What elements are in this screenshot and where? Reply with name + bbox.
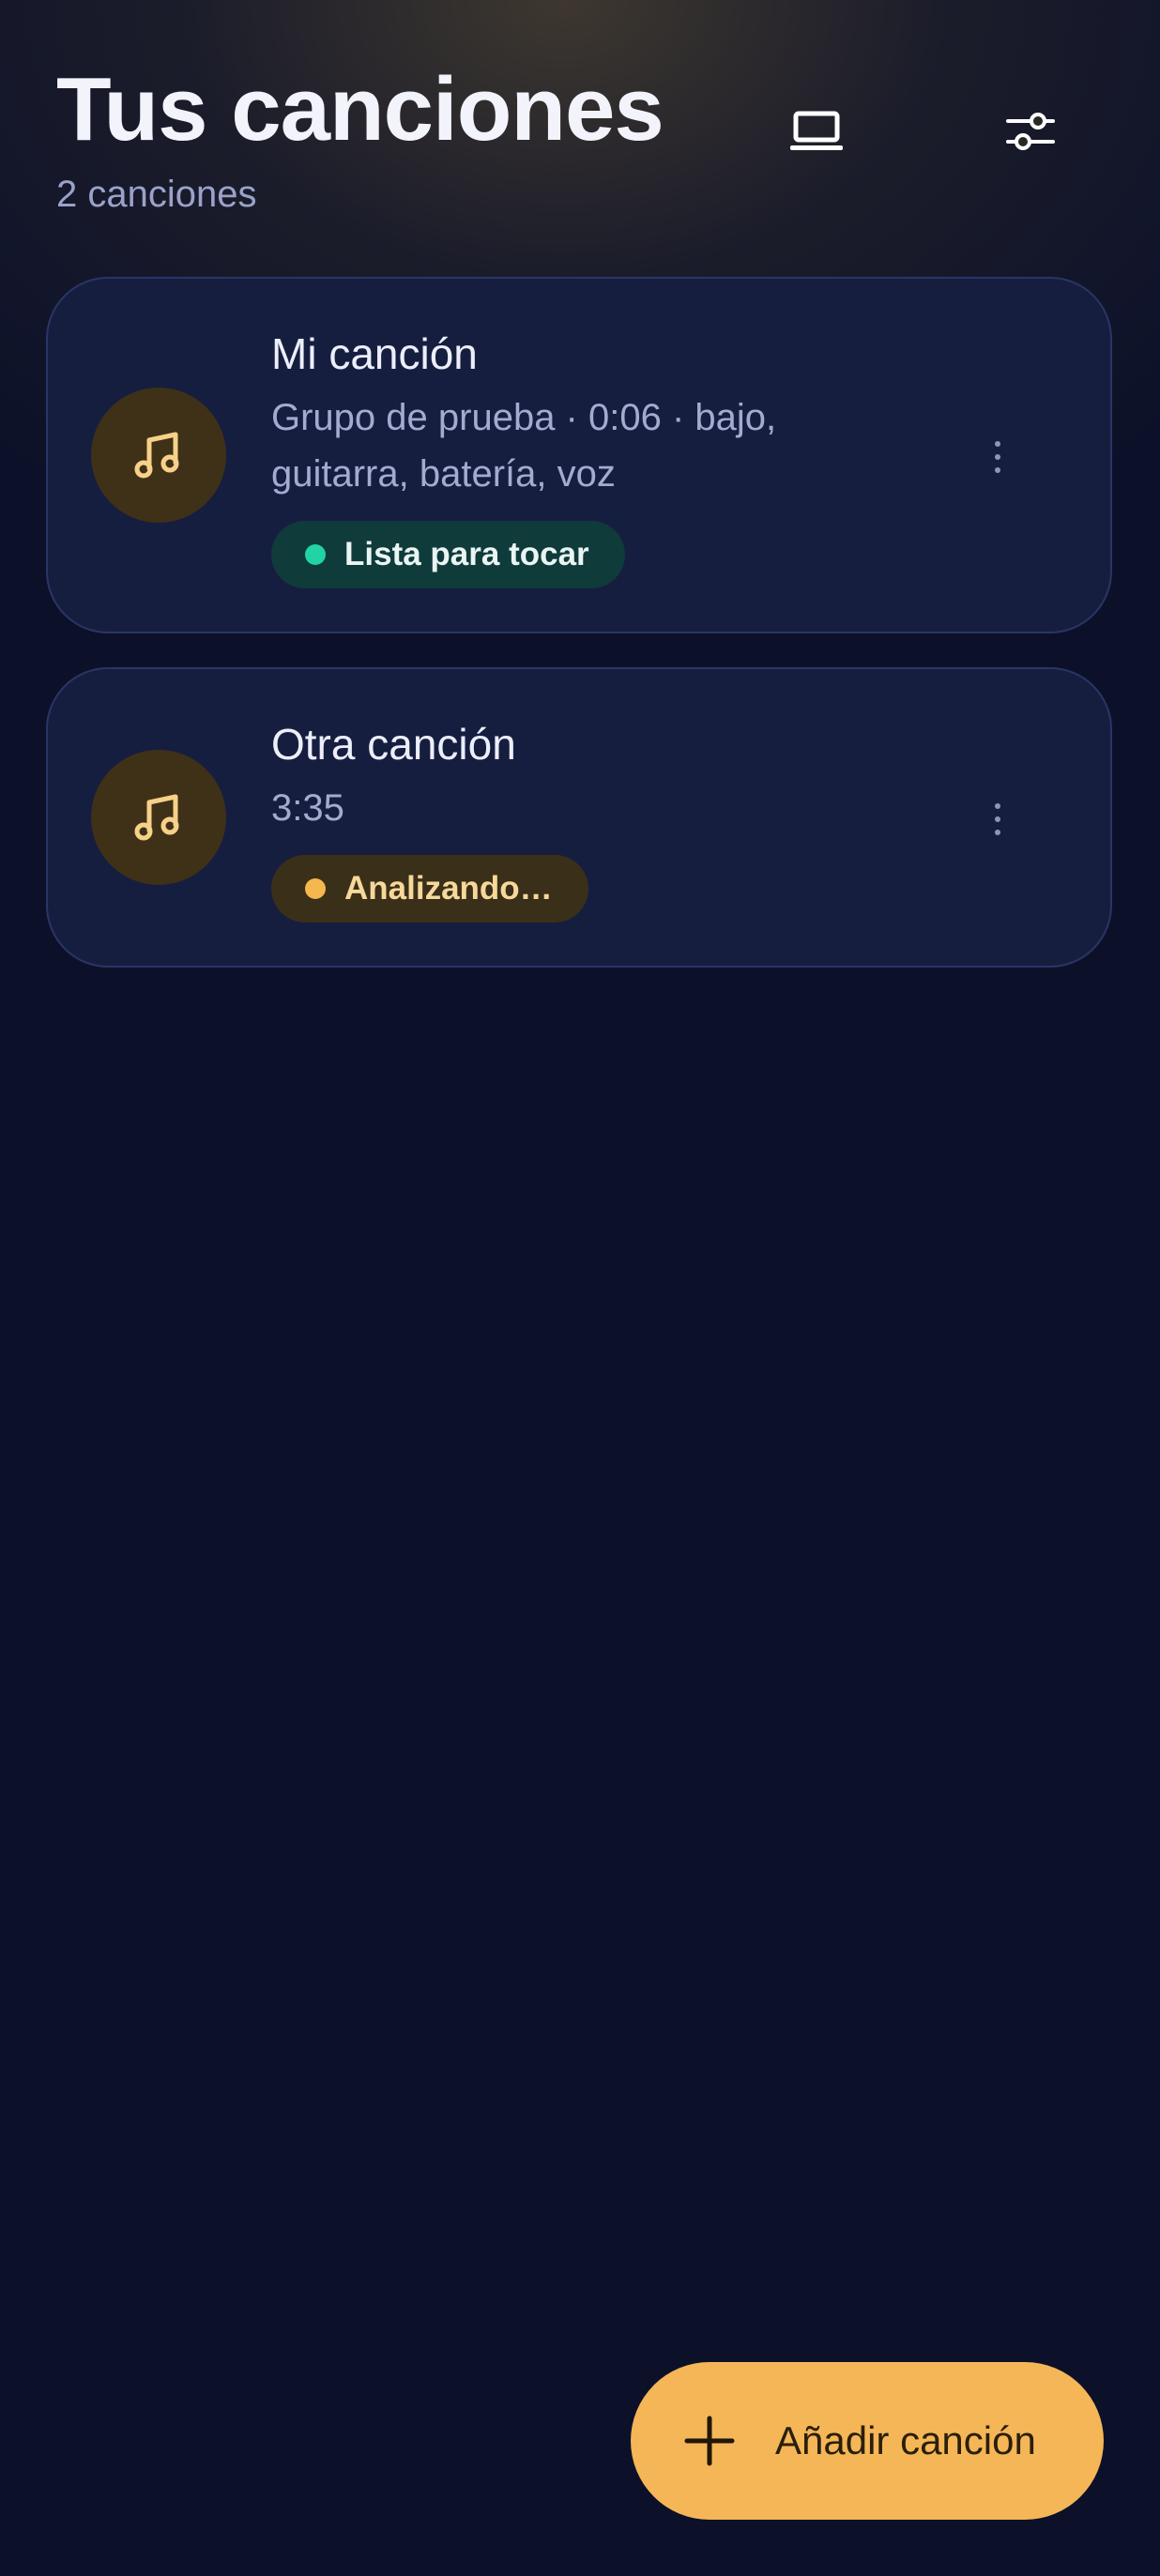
filter-button[interactable] — [993, 94, 1068, 169]
more-options-button[interactable] — [969, 419, 1026, 495]
more-vert-icon — [995, 441, 1000, 447]
header: Tus canciones 2 canciones — [0, 0, 1160, 244]
status-badge: Lista para tocar — [271, 521, 625, 588]
more-vert-icon-dot — [995, 830, 1000, 835]
music-note-icon — [134, 432, 179, 479]
song-avatar — [91, 388, 226, 523]
more-vert-icon-dot — [995, 454, 1000, 460]
song-card[interactable]: Mi canción Grupo de prueba · 0:06 · bajo… — [46, 277, 1112, 633]
song-avatar — [91, 750, 226, 885]
devices-button[interactable] — [779, 94, 854, 169]
more-vert-icon — [995, 803, 1000, 809]
status-dot — [305, 544, 326, 565]
song-count: 2 canciones — [56, 174, 257, 215]
song-card[interactable]: Otra canción 3:35 Analizando… — [46, 667, 1112, 968]
page-title: Tus canciones — [56, 59, 664, 160]
plus-icon — [684, 2416, 735, 2466]
music-note-icon — [134, 794, 179, 841]
status-label: Lista para tocar — [344, 536, 589, 572]
more-options-button[interactable] — [969, 782, 1026, 857]
status-badge: Analizando… — [271, 855, 588, 922]
song-meta: 3:35 — [271, 787, 344, 829]
more-vert-icon-dot — [995, 816, 1000, 822]
laptop-icon — [790, 111, 843, 150]
song-meta: Grupo de prueba · 0:06 · bajo, guitarra,… — [271, 397, 777, 495]
status-label: Analizando… — [344, 870, 553, 907]
status-dot — [305, 878, 326, 899]
song-title: Otra canción — [271, 720, 516, 769]
song-title: Mi canción — [271, 329, 478, 378]
more-vert-icon-dot — [995, 467, 1000, 473]
add-song-label: Añadir canción — [775, 2418, 1036, 2462]
sliders-icon — [1006, 113, 1055, 150]
add-song-button[interactable]: Añadir canción — [631, 2362, 1104, 2520]
